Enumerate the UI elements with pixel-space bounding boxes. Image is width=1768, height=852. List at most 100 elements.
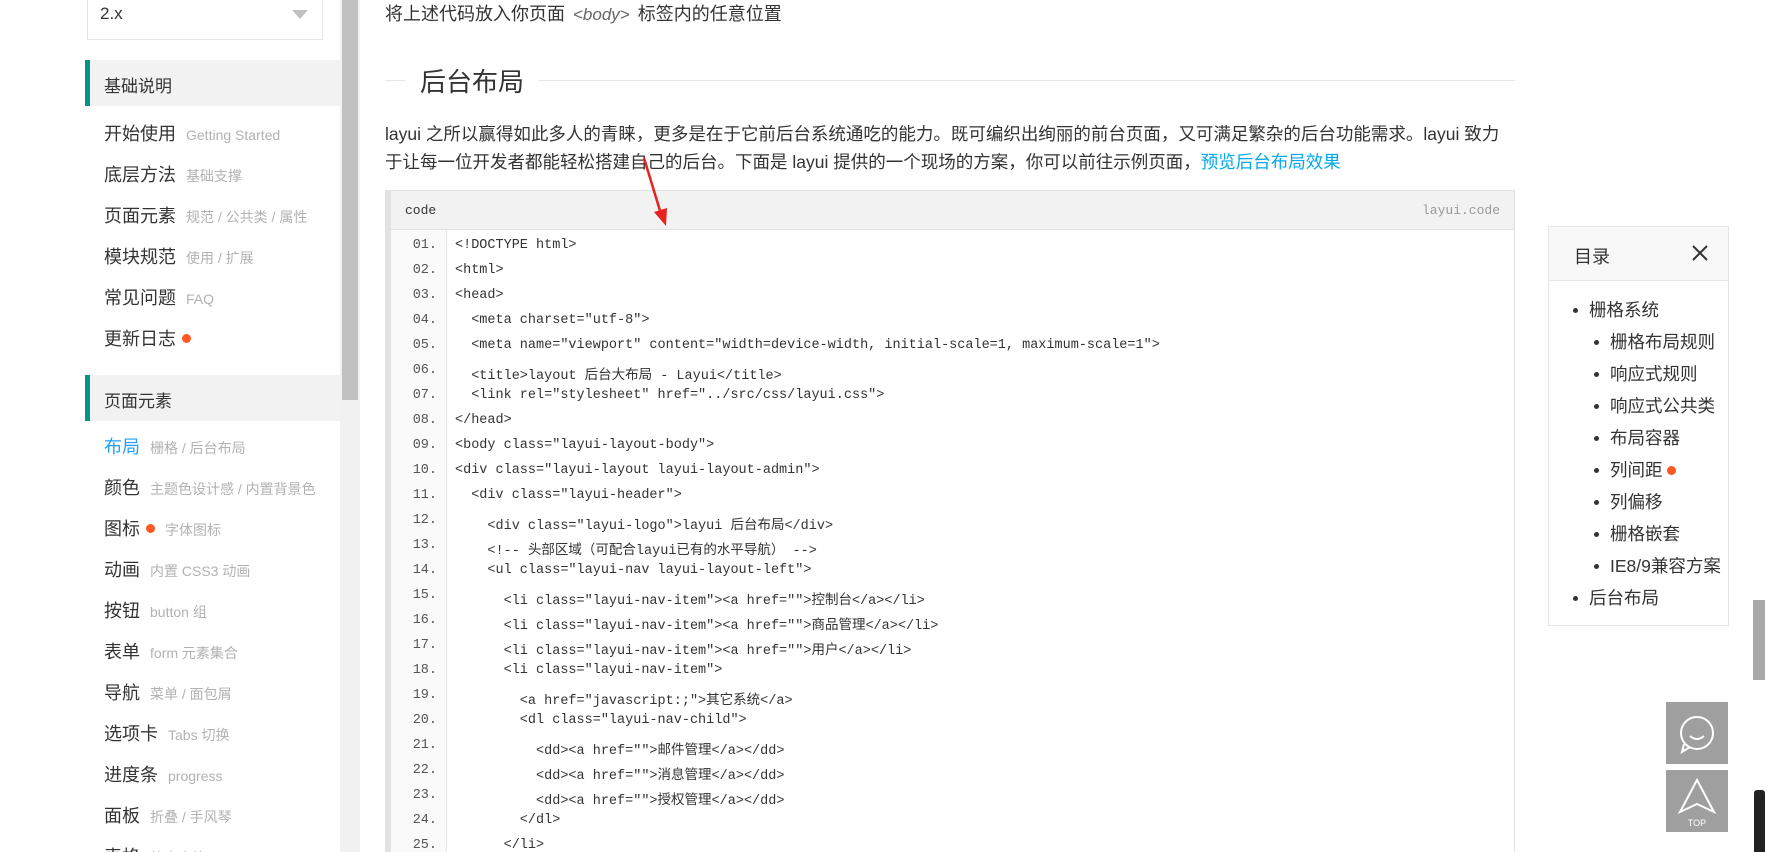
toc-item[interactable]: 栅格系统 <box>1573 297 1659 322</box>
toc-item[interactable]: 栅格嵌套 <box>1594 521 1680 546</box>
code-brand-label: layui.code <box>1421 203 1500 218</box>
line-code: <li class="layui-nav-item"><a href="">用户… <box>455 644 912 659</box>
sidebar-item-label: 动画 <box>104 560 140 580</box>
section-basic-title: 基础说明 <box>104 77 172 96</box>
toc-item[interactable]: IE8/9兼容方案 <box>1594 553 1721 578</box>
code-line: 21. <dd><a href="">邮件管理</a></dd> <box>391 738 1514 763</box>
sidebar-item[interactable]: 面板 折叠 / 手风琴 <box>104 802 232 834</box>
new-dot-icon <box>146 524 155 533</box>
line-number: 08. <box>412 413 437 428</box>
sidebar-item-sub: progress <box>168 768 223 784</box>
toc-item[interactable]: 后台布局 <box>1573 585 1659 610</box>
sidebar-scrollbar[interactable] <box>340 0 360 852</box>
page-scrollbar-thumb[interactable] <box>1753 600 1765 680</box>
sidebar-item[interactable]: 进度条 progress <box>104 761 222 793</box>
page-scrollbar[interactable] <box>1751 0 1768 852</box>
sidebar-item[interactable]: 底层方法 基础支撑 <box>104 161 242 193</box>
toc-item-label: IE8/9兼容方案 <box>1610 556 1721 576</box>
code-line: 01. <!DOCTYPE html> <box>391 238 1514 263</box>
top-label: TOP <box>1687 818 1707 828</box>
sidebar-item-label: 常见问题 <box>104 288 176 308</box>
toc-title: 目录 <box>1574 247 1610 267</box>
line-number: 18. <box>412 663 437 678</box>
line-number: 24. <box>412 813 437 828</box>
sidebar-item-sub: 栅格 / 后台布局 <box>150 440 246 456</box>
code-line: 15. <li class="layui-nav-item"><a href="… <box>391 588 1514 613</box>
sidebar-item[interactable]: 按钮 button 组 <box>104 597 207 629</box>
line-number: 01. <box>412 238 437 253</box>
code-body: 01. <!DOCTYPE html> 02. <html> 03. <head> 04. … <box>391 230 1514 852</box>
intro-prefix: 将上述代码放入你页面 <box>385 4 565 24</box>
sidebar-item[interactable]: 更新日志 <box>104 325 191 357</box>
code-line: 08. </head> <box>391 413 1514 438</box>
intro-tag: <body> <box>573 5 630 24</box>
preview-layout-link[interactable]: 预览后台布局效果 <box>1201 152 1341 172</box>
back-to-top-button[interactable]: TOP <box>1666 770 1728 832</box>
line-number: 17. <box>412 638 437 653</box>
sidebar-scrollbar-thumb[interactable] <box>342 0 358 400</box>
line-code: <dd><a href="">授权管理</a></dd> <box>455 794 785 809</box>
section-elements-title: 页面元素 <box>104 392 172 411</box>
main-content: 将上述代码放入你页面 <body> 标签内的任意位置 后台布局 layui 之所以赢… <box>360 0 1540 852</box>
sidebar-item[interactable]: 页面元素 规范 / 公共类 / 属性 <box>104 202 307 234</box>
toc-item[interactable]: 栅格布局规则 <box>1594 329 1715 354</box>
toc-item[interactable]: 布局容器 <box>1594 425 1680 450</box>
toc-item-label: 栅格布局规则 <box>1610 332 1715 352</box>
line-code: <head> <box>455 288 504 303</box>
line-number: 06. <box>412 363 437 378</box>
toc-item[interactable]: 响应式公共类 <box>1594 393 1715 418</box>
line-number: 25. <box>412 838 437 852</box>
version-select[interactable]: 2.x <box>87 0 323 40</box>
line-number: 12. <box>412 513 437 528</box>
sidebar-item[interactable]: 导航 菜单 / 面包屑 <box>104 679 232 711</box>
line-code: <div class="layui-logo">layui 后台布局</div> <box>455 519 834 534</box>
line-number: 03. <box>412 288 437 303</box>
line-code: <li class="layui-nav-item"><a href="">商品… <box>455 619 939 634</box>
line-code: <div class="layui-header"> <box>455 488 682 503</box>
toc-item-label: 后台布局 <box>1589 588 1659 608</box>
code-line: 24. </dl> <box>391 813 1514 838</box>
line-code: <!DOCTYPE html> <box>455 238 577 253</box>
sidebar-item[interactable]: 颜色 主题色设计感 / 内置背景色 <box>104 474 316 506</box>
sidebar-item[interactable]: 表格静态表格 <box>104 843 206 852</box>
sidebar-item-sub: button 组 <box>150 604 207 620</box>
sidebar-item-sub: 使用 / 扩展 <box>186 250 254 266</box>
line-number: 23. <box>412 788 437 803</box>
sidebar-item[interactable]: 表单 form 元素集合 <box>104 638 238 670</box>
left-sidebar: 2.x 基础说明 开始使用 Getting Started 底层方法 基础支撑页面元素… <box>0 0 360 852</box>
intro-paragraph: layui 之所以赢得如此多人的青睐，更多是在于它前后台系统通吃的能力。既可编织… <box>385 120 1515 176</box>
sidebar-item[interactable]: 选项卡 Tabs 切换 <box>104 720 229 752</box>
code-header: code layui.code <box>391 191 1514 230</box>
code-line: 09. <body class="layui-layout-body"> <box>391 438 1514 463</box>
code-line: 16. <li class="layui-nav-item"><a href="… <box>391 613 1514 638</box>
sidebar-item[interactable]: 动画 内置 CSS3 动画 <box>104 556 250 588</box>
chat-button[interactable] <box>1666 702 1728 764</box>
sidebar-item[interactable]: 开始使用 Getting Started <box>104 120 280 152</box>
toc-item[interactable]: 列间距 <box>1594 457 1676 482</box>
line-number: 14. <box>412 563 437 578</box>
close-icon[interactable] <box>1690 243 1710 263</box>
line-code: <body class="layui-layout-body"> <box>455 438 715 453</box>
new-dot-icon <box>1666 466 1676 475</box>
code-line: 12. <div class="layui-logo">layui 后台布局</… <box>391 513 1514 538</box>
sidebar-item[interactable]: 常见问题 FAQ <box>104 284 214 316</box>
sidebar-item[interactable]: 布局 栅格 / 后台布局 <box>104 433 246 465</box>
section-basic: 基础说明 <box>85 60 340 106</box>
heading-divider <box>385 80 1515 81</box>
heading-text: 后台布局 <box>405 62 540 99</box>
line-number: 07. <box>412 388 437 403</box>
toc-item[interactable]: 响应式规则 <box>1594 361 1698 386</box>
line-code: <!-- 头部区域（可配合layui已有的水平导航） --> <box>455 544 817 559</box>
toc-item[interactable]: 列偏移 <box>1594 489 1663 514</box>
sidebar-item-sub: 内置 CSS3 动画 <box>150 563 251 579</box>
sidebar-item-sub: FAQ <box>186 291 215 307</box>
new-dot-icon <box>182 334 191 343</box>
sidebar-item-label: 更新日志 <box>104 329 176 349</box>
toc-item-label: 布局容器 <box>1610 428 1680 448</box>
section-heading: 后台布局 <box>385 62 1515 99</box>
sidebar-item-label: 底层方法 <box>104 165 176 185</box>
sidebar-item[interactable]: 模块规范 使用 / 扩展 <box>104 243 254 275</box>
line-code: <a href="javascript:;">其它系统</a> <box>455 694 793 709</box>
sidebar-item[interactable]: 图标 字体图标 <box>104 515 221 547</box>
code-block: code layui.code 01. <!DOCTYPE html> 02. <ht… <box>385 190 1515 852</box>
